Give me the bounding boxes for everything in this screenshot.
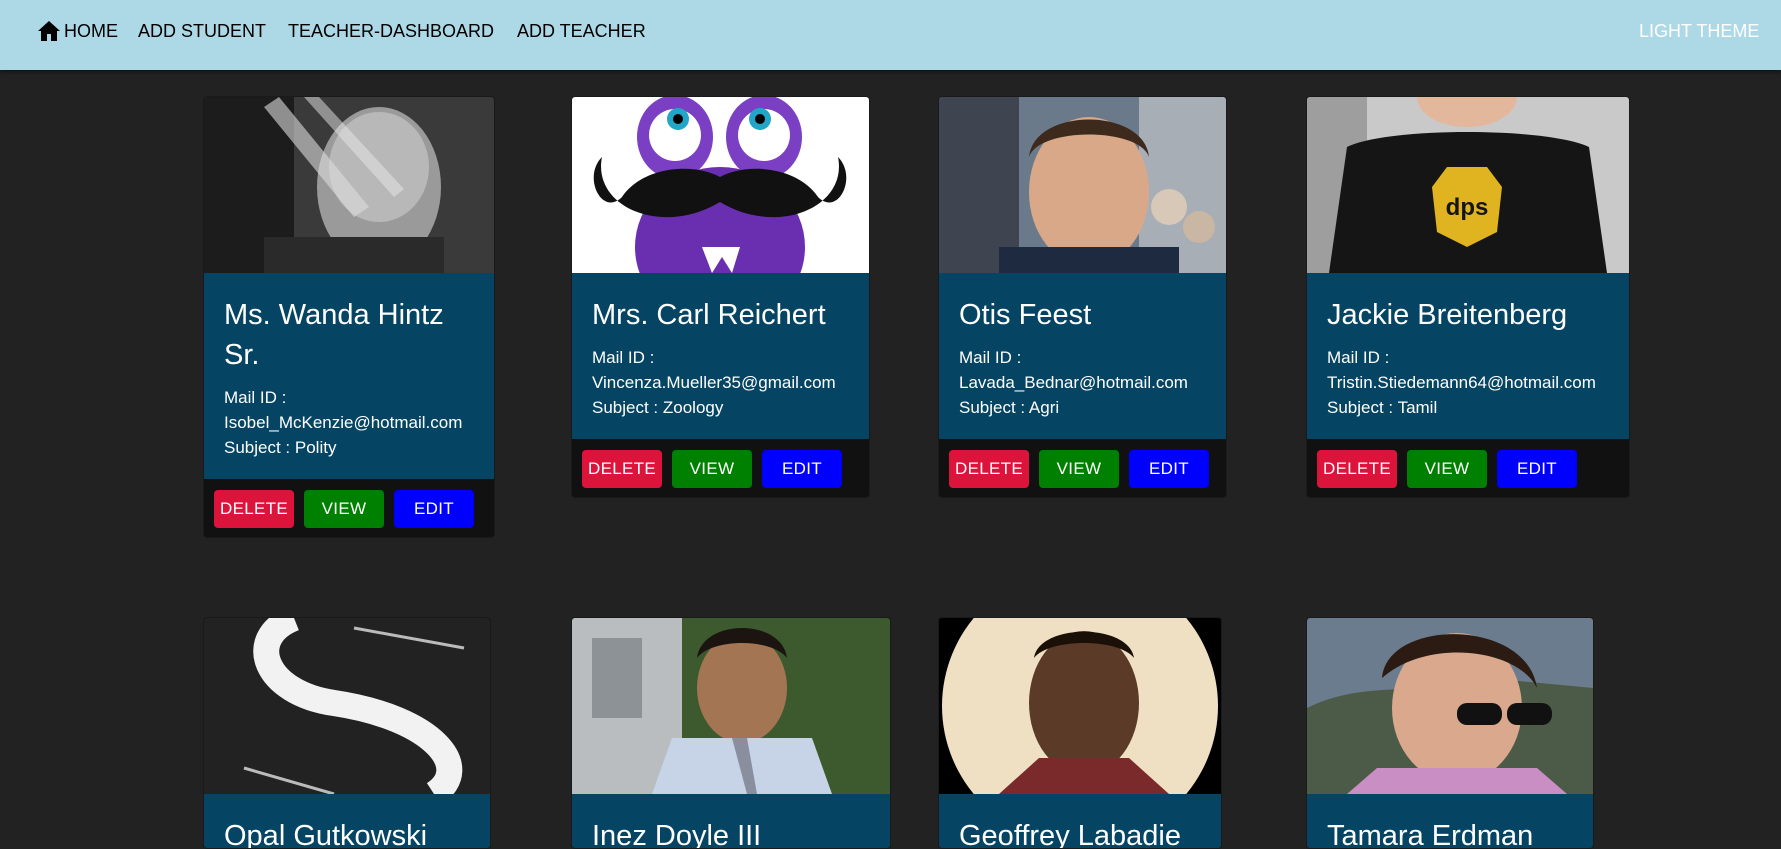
teacher-photo	[939, 97, 1226, 273]
teacher-photo: dps	[1307, 97, 1629, 273]
teacher-name: Tamara Erdman	[1327, 820, 1534, 849]
card-body: Inez Doyle III	[572, 794, 890, 849]
theme-toggle-button[interactable]: LIGHT THEME	[1639, 19, 1759, 43]
teacher-card: Ms. Wanda Hintz Sr. Mail ID : Isobel_McK…	[203, 96, 495, 538]
teacher-card: Mrs. Carl Reichert Mail ID : Vincenza.Mu…	[571, 96, 870, 498]
teacher-email: Tristin.Stiedemann64@hotmail.com	[1327, 373, 1596, 392]
view-button[interactable]: VIEW	[304, 490, 384, 528]
card-body: Mrs. Carl Reichert Mail ID : Vincenza.Mu…	[572, 273, 869, 439]
teacher-name: Jackie Breitenberg	[1327, 299, 1568, 331]
teacher-email: Vincenza.Mueller35@gmail.com	[592, 373, 836, 392]
teacher-card: Tamara Erdman	[1306, 617, 1594, 849]
card-body: Jackie Breitenberg Mail ID : Tristin.Sti…	[1307, 273, 1629, 439]
teacher-photo	[939, 618, 1221, 794]
teacher-card: Geoffrey Labadie	[938, 617, 1222, 849]
nav-teacher-dashboard-link[interactable]: TEACHER-DASHBOARD	[288, 19, 494, 43]
home-icon[interactable]	[36, 19, 62, 43]
teacher-photo	[572, 97, 869, 273]
mail-label: Mail ID :	[592, 348, 655, 367]
mail-label: Mail ID :	[959, 348, 1022, 367]
view-button[interactable]: VIEW	[672, 450, 752, 488]
teacher-email: Isobel_McKenzie@hotmail.com	[224, 413, 463, 432]
card-body: Otis Feest Mail ID : Lavada_Bednar@hotma…	[939, 273, 1226, 439]
teacher-name: Geoffrey Labadie	[959, 820, 1181, 849]
teacher-name: Ms. Wanda Hintz Sr.	[224, 299, 444, 371]
view-button[interactable]: VIEW	[1039, 450, 1119, 488]
view-button[interactable]: VIEW	[1407, 450, 1487, 488]
navbar: HOME ADD STUDENT TEACHER-DASHBOARD ADD T…	[0, 0, 1781, 70]
teacher-subject: Subject : Agri	[959, 398, 1060, 417]
nav-add-student-link[interactable]: ADD STUDENT	[138, 19, 266, 43]
teacher-card: Inez Doyle III	[571, 617, 891, 849]
card-body: Tamara Erdman	[1307, 794, 1593, 849]
teacher-subject: Subject : Polity	[224, 438, 337, 457]
delete-button[interactable]: DELETE	[214, 490, 294, 528]
card-body: Ms. Wanda Hintz Sr. Mail ID : Isobel_McK…	[204, 273, 494, 479]
card-body: Opal Gutkowski	[204, 794, 490, 849]
teacher-name: Opal Gutkowski	[224, 820, 428, 849]
teacher-subject: Subject : Zoology	[592, 398, 724, 417]
card-body: Geoffrey Labadie	[939, 794, 1221, 849]
edit-button[interactable]: EDIT	[1497, 450, 1577, 488]
nav-add-teacher-link[interactable]: ADD TEACHER	[517, 19, 646, 43]
teacher-name: Inez Doyle III	[592, 820, 762, 849]
teacher-photo	[204, 618, 490, 794]
svg-text:dps: dps	[1446, 194, 1489, 221]
edit-button[interactable]: EDIT	[394, 490, 474, 528]
teacher-email: Lavada_Bednar@hotmail.com	[959, 373, 1188, 392]
delete-button[interactable]: DELETE	[582, 450, 662, 488]
edit-button[interactable]: EDIT	[762, 450, 842, 488]
delete-button[interactable]: DELETE	[1317, 450, 1397, 488]
teacher-name: Mrs. Carl Reichert	[592, 299, 826, 331]
teacher-photo	[204, 97, 494, 273]
teacher-photo	[572, 618, 890, 794]
teacher-card: Otis Feest Mail ID : Lavada_Bednar@hotma…	[938, 96, 1227, 498]
mail-label: Mail ID :	[224, 388, 287, 407]
teacher-card: Opal Gutkowski	[203, 617, 491, 849]
teacher-photo	[1307, 618, 1593, 794]
nav-home-link[interactable]: HOME	[64, 19, 118, 43]
delete-button[interactable]: DELETE	[949, 450, 1029, 488]
teacher-name: Otis Feest	[959, 299, 1092, 331]
teacher-card: dps Jackie Breitenberg Mail ID : Tristin…	[1306, 96, 1630, 498]
mail-label: Mail ID :	[1327, 348, 1390, 367]
edit-button[interactable]: EDIT	[1129, 450, 1209, 488]
teacher-subject: Subject : Tamil	[1327, 398, 1438, 417]
